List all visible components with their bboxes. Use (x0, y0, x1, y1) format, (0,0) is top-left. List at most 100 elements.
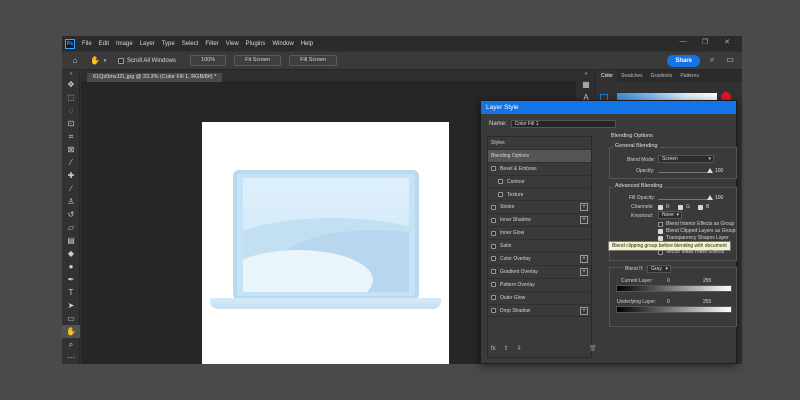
style-stroke[interactable]: Stroke + (488, 201, 591, 215)
home-icon[interactable]: ⌂ (68, 55, 82, 67)
fill-opacity-value[interactable]: 100 (715, 195, 723, 201)
style-texture[interactable]: Texture (488, 189, 591, 202)
fill-screen-button[interactable]: Fill Screen (289, 55, 338, 66)
opacity-slider-knob[interactable] (707, 168, 713, 173)
knockout-select[interactable]: None ▾ (658, 211, 682, 219)
move-up-icon[interactable]: ⇧ (504, 345, 509, 352)
menu-view[interactable]: View (226, 41, 239, 47)
style-color-overlay[interactable]: Color Overlay + (488, 253, 591, 266)
style-checkbox[interactable] (491, 217, 496, 223)
blend-interior-option[interactable]: Blend Interior Effects as Group (658, 221, 734, 227)
style-inner-shadow[interactable]: Inner Shadow + (488, 214, 591, 228)
style-checkbox[interactable] (491, 243, 496, 249)
channel-b-checkbox[interactable] (698, 204, 703, 210)
vector-mask-option[interactable]: Vector Mask Hides Effects (658, 249, 724, 255)
layer-name-input[interactable]: Color Fill 1 (510, 120, 616, 128)
style-inner-glow[interactable]: Inner Glow (488, 227, 591, 241)
more-tools-icon[interactable]: ⋯ (62, 351, 80, 364)
brush-tool-icon[interactable]: ∕ (62, 182, 80, 195)
restore-icon[interactable]: ❐ (694, 38, 716, 46)
zoom-tool-icon[interactable]: ⌕ (62, 338, 80, 351)
minimize-icon[interactable]: — (672, 38, 694, 46)
underlying-layer-gradient[interactable] (616, 306, 732, 313)
style-checkbox[interactable] (491, 230, 496, 236)
blend-mode-select[interactable]: Screen ▾ (658, 155, 714, 163)
channel-g[interactable]: G (678, 204, 690, 210)
menu-select[interactable]: Select (182, 41, 199, 47)
hand-tool-icon[interactable]: ✋ (88, 55, 102, 67)
fit-screen-button[interactable]: Fit Screen (234, 55, 282, 66)
dodge-tool-icon[interactable]: ● (62, 260, 80, 273)
chevron-down-icon[interactable]: ▾ (102, 55, 108, 67)
zoom-100-button[interactable]: 100% (190, 55, 227, 66)
panel-collapse-icon[interactable]: « (576, 70, 596, 78)
style-checkbox[interactable] (491, 295, 496, 301)
collapse-icon[interactable]: » (62, 70, 80, 78)
healing-brush-tool-icon[interactable]: ✚ (62, 169, 80, 182)
blend-interior-checkbox[interactable] (658, 221, 663, 227)
style-contour[interactable]: Contour (488, 176, 591, 189)
scroll-all-windows-checkbox[interactable] (118, 57, 124, 64)
menu-edit[interactable]: Edit (99, 41, 109, 47)
fill-opacity-slider-knob[interactable] (707, 195, 713, 200)
history-brush-tool-icon[interactable]: ↺ (62, 208, 80, 221)
vector-mask-checkbox[interactable] (658, 249, 663, 255)
clone-stamp-tool-icon[interactable]: ♙ (62, 195, 80, 208)
transparency-shapes-checkbox[interactable] (658, 235, 663, 241)
dialog-title[interactable]: Layer Style (481, 101, 736, 114)
crop-tool-icon[interactable]: ⌗ (62, 130, 80, 143)
add-effect-icon[interactable]: + (580, 216, 588, 225)
search-icon[interactable]: ⌕ (706, 55, 718, 67)
style-outer-glow[interactable]: Outer Glow (488, 292, 591, 305)
opacity-value[interactable]: 100 (715, 168, 723, 174)
pen-tool-icon[interactable]: ✒ (62, 273, 80, 286)
menu-image[interactable]: Image (116, 41, 133, 47)
menu-file[interactable]: File (82, 41, 92, 47)
style-checkbox[interactable] (491, 256, 496, 262)
trash-icon[interactable]: 🗑 (589, 345, 597, 352)
blend-clipped-option[interactable]: Blend Clipped Layers as Group (658, 228, 736, 234)
menu-window[interactable]: Window (272, 41, 293, 47)
tab-patterns[interactable]: Patterns (676, 70, 703, 82)
eyedropper-tool-icon[interactable]: ⁄ (62, 156, 80, 169)
path-selection-tool-icon[interactable]: ➤ (62, 299, 80, 312)
channel-g-checkbox[interactable] (678, 204, 683, 210)
style-gradient-overlay[interactable]: Gradient Overlay + (488, 266, 591, 279)
object-select-tool-icon[interactable]: ⊡ (62, 117, 80, 130)
type-tool-icon[interactable]: T (62, 286, 80, 299)
opacity-slider[interactable] (658, 172, 710, 173)
close-icon[interactable]: ✕ (716, 38, 738, 46)
hand-tool-icon[interactable]: ✋ (62, 325, 80, 338)
history-panel-icon[interactable]: ▦ (576, 78, 596, 91)
rectangle-tool-icon[interactable]: ▭ (62, 312, 80, 325)
menu-layer[interactable]: Layer (140, 41, 155, 47)
add-effect-icon[interactable]: + (580, 267, 588, 276)
move-down-icon[interactable]: ⇩ (517, 345, 522, 352)
style-checkbox[interactable] (491, 308, 496, 314)
frame-tool-icon[interactable]: ⊠ (62, 143, 80, 156)
add-effect-icon[interactable]: + (580, 203, 588, 212)
blur-tool-icon[interactable]: ◆ (62, 247, 80, 260)
tab-gradients[interactable]: Gradients (647, 70, 677, 82)
style-checkbox[interactable] (491, 204, 496, 210)
style-satin[interactable]: Satin (488, 240, 591, 254)
add-effect-icon[interactable]: + (580, 306, 588, 315)
color-spectrum-bar[interactable] (617, 93, 717, 100)
document-canvas[interactable] (202, 122, 449, 364)
tab-swatches[interactable]: Swatches (617, 70, 647, 82)
blend-if-select[interactable]: Gray ▾ (647, 265, 671, 273)
tab-color[interactable]: Color (597, 70, 617, 82)
fx-icon[interactable]: fx (491, 346, 496, 352)
style-checkbox[interactable] (491, 166, 496, 172)
channel-r[interactable]: R (658, 204, 670, 210)
scroll-all-windows-option[interactable]: Scroll All Windows (118, 57, 176, 64)
channel-b[interactable]: B (698, 204, 709, 210)
style-checkbox[interactable] (491, 269, 496, 275)
eraser-tool-icon[interactable]: ▱ (62, 221, 80, 234)
photoshop-logo-icon[interactable]: Ps (65, 38, 75, 49)
marquee-tool-icon[interactable]: ⬚ (62, 91, 80, 104)
add-effect-icon[interactable]: + (580, 255, 588, 264)
current-layer-gradient[interactable] (616, 285, 732, 292)
style-checkbox[interactable] (498, 179, 503, 185)
lasso-tool-icon[interactable]: ◌ (62, 104, 80, 117)
